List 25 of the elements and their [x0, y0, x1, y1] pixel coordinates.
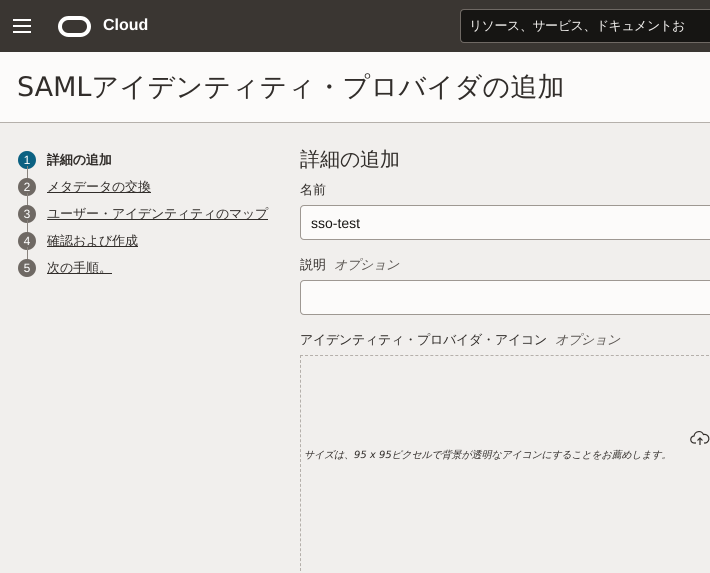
field-label: 説明 [300, 257, 326, 274]
step-number: 2 [18, 178, 36, 196]
optional-label: オプション [555, 332, 620, 349]
step-number: 5 [18, 258, 36, 276]
step-link[interactable]: 確認および作成 [47, 232, 138, 250]
step-number: 3 [18, 204, 36, 222]
logo-icon[interactable] [58, 16, 91, 36]
step-link[interactable]: ユーザー・アイデンティティのマップ [47, 204, 268, 222]
step-link[interactable]: 次の手順。 [47, 258, 112, 276]
brand-name[interactable]: Cloud [103, 17, 148, 35]
page-title: SAMLアイデンティティ・プロバイダの追加 [17, 71, 564, 105]
step-number: 1 [18, 150, 36, 168]
search-field[interactable]: リソース、サービス、ドキュメントお [460, 9, 710, 43]
optional-label: オプション [334, 257, 399, 274]
cloud-upload-icon [690, 430, 710, 446]
step-number: 4 [18, 232, 36, 250]
hint-text: サイズは、95 x 95ピクセルで背景が透明なアイコンにすることをお薦めします。 [304, 448, 672, 462]
section-title: 詳細の追加 [300, 146, 401, 173]
step-label: 詳細の追加 [47, 152, 112, 168]
field-label: アイデンティティ・プロバイダ・アイコン [300, 332, 547, 349]
drop-zone[interactable]: サイズは、95 x 95ピクセルで背景が透明なアイコンにすることをお薦めします。 [300, 355, 710, 573]
menu-icon[interactable] [13, 19, 31, 33]
step-link[interactable]: メタデータの交換 [47, 178, 151, 196]
input-field[interactable]: sso-test [300, 205, 710, 240]
field-label: 名前 [300, 182, 326, 199]
